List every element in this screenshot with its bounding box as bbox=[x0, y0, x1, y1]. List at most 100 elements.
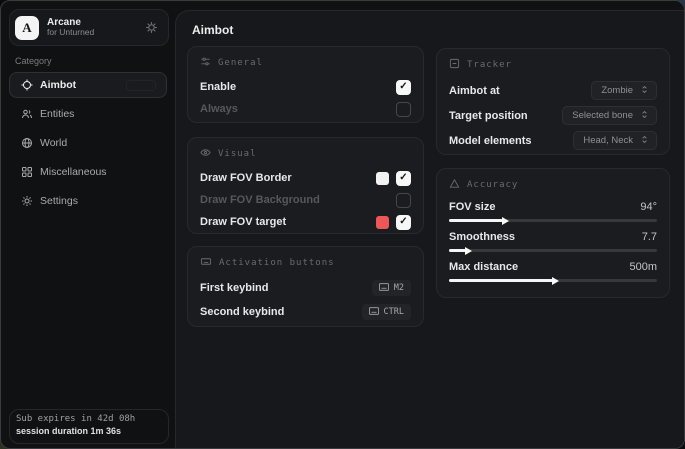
fov-size-slider[interactable] bbox=[449, 219, 657, 222]
unfold-icon bbox=[640, 135, 649, 147]
app-subtitle: for Unturned bbox=[47, 28, 94, 38]
fov-size-value: 94° bbox=[640, 201, 657, 213]
setting-row: Target position Selected bone bbox=[449, 103, 657, 128]
general-card: General Enable Always bbox=[187, 46, 424, 123]
sidebar-item-entities[interactable]: Entities bbox=[9, 101, 167, 127]
sidebar-item-settings[interactable]: Settings bbox=[9, 188, 167, 214]
second-keybind-button[interactable]: CTRL bbox=[362, 304, 411, 320]
app-logo: A bbox=[15, 16, 39, 40]
tracker-card-header: Tracker bbox=[449, 58, 657, 72]
slider-group: FOV size 94° bbox=[449, 198, 657, 222]
setting-label: FOV size bbox=[449, 201, 495, 213]
sidebar-item-miscellaneous[interactable]: Miscellaneous bbox=[9, 159, 167, 185]
setting-row: Draw FOV Background bbox=[200, 189, 411, 211]
session-duration-text: session duration 1m 36s bbox=[16, 426, 160, 436]
keybind-value: M2 bbox=[394, 283, 404, 293]
select-value: Zombie bbox=[601, 85, 633, 96]
sidebar-item-world[interactable]: World bbox=[9, 130, 167, 156]
keybind-value: CTRL bbox=[384, 307, 404, 317]
sidebar: A Arcane for Unturned Category A bbox=[1, 1, 175, 448]
fov-target-color-swatch[interactable] bbox=[376, 216, 389, 229]
eye-icon bbox=[200, 147, 211, 161]
sidebar-item-aimbot[interactable]: Aimbot bbox=[9, 72, 167, 98]
slider-handle[interactable] bbox=[552, 277, 559, 285]
smoothness-slider[interactable] bbox=[449, 249, 657, 252]
max-distance-value: 500m bbox=[629, 261, 657, 273]
sidebar-item-label: Aimbot bbox=[40, 79, 76, 91]
general-card-title: General bbox=[218, 58, 263, 68]
first-keybind-button[interactable]: M2 bbox=[372, 280, 411, 296]
smoothness-value: 7.7 bbox=[642, 231, 657, 243]
sidebar-item-label: Entities bbox=[40, 108, 74, 120]
globe-icon bbox=[20, 137, 33, 149]
aimbot-at-select[interactable]: Zombie bbox=[591, 81, 657, 100]
setting-label: Aimbot at bbox=[449, 85, 500, 97]
app-window: A Arcane for Unturned Category A bbox=[0, 0, 685, 449]
entities-icon bbox=[20, 108, 33, 120]
accuracy-card-title: Accuracy bbox=[467, 180, 518, 190]
grid-icon bbox=[20, 166, 33, 178]
max-distance-slider[interactable] bbox=[449, 279, 657, 282]
fov-border-color-swatch[interactable] bbox=[376, 172, 389, 185]
setting-row: Model elements Head, Neck bbox=[449, 128, 657, 153]
setting-row: Draw FOV Border bbox=[200, 167, 411, 189]
model-elements-select[interactable]: Head, Neck bbox=[573, 131, 657, 150]
setting-label: Enable bbox=[200, 81, 236, 93]
fov-border-checkbox[interactable] bbox=[396, 171, 411, 186]
setting-row: First keybind M2 bbox=[200, 276, 411, 300]
visual-card-header: Visual bbox=[200, 147, 411, 161]
sidebar-nav: Aimbot Entities World bbox=[9, 72, 167, 217]
setting-label: Draw FOV Border bbox=[200, 172, 292, 184]
setting-row: Draw FOV target bbox=[200, 211, 411, 233]
keybind-hint-pill bbox=[126, 80, 156, 91]
sliders-icon bbox=[200, 56, 211, 70]
keyboard-icon bbox=[379, 283, 389, 294]
sidebar-item-label: World bbox=[40, 137, 67, 149]
main-panel: Aimbot General Enable Always bbox=[175, 10, 684, 448]
subscription-card: Sub expires in 42d 08h session duration … bbox=[9, 409, 169, 444]
slider-fill bbox=[449, 249, 466, 252]
setting-label: Target position bbox=[449, 110, 528, 122]
visual-card-title: Visual bbox=[218, 149, 257, 159]
slider-group: Smoothness 7.7 bbox=[449, 228, 657, 252]
focus-icon bbox=[449, 58, 460, 72]
setting-row: Aimbot at Zombie bbox=[449, 78, 657, 103]
gear-icon[interactable] bbox=[145, 21, 158, 34]
crosshair-icon bbox=[20, 79, 33, 91]
setting-label: Max distance bbox=[449, 261, 518, 273]
tracker-card-title: Tracker bbox=[467, 60, 512, 70]
page-title: Aimbot bbox=[192, 23, 233, 37]
always-checkbox[interactable] bbox=[396, 102, 411, 117]
fov-background-checkbox[interactable] bbox=[396, 193, 411, 208]
slider-group: Max distance 500m bbox=[449, 258, 657, 282]
app-meta: Arcane for Unturned bbox=[47, 17, 94, 38]
setting-label: Draw FOV Background bbox=[200, 194, 320, 206]
triangle-icon bbox=[449, 178, 460, 192]
setting-label: Model elements bbox=[449, 135, 532, 147]
setting-row: Enable bbox=[200, 76, 411, 98]
general-card-header: General bbox=[200, 56, 411, 70]
target-position-select[interactable]: Selected bone bbox=[562, 106, 657, 125]
sidebar-item-label: Miscellaneous bbox=[40, 166, 107, 178]
accuracy-card-header: Accuracy bbox=[449, 178, 657, 192]
tracker-card: Tracker Aimbot at Zombie Target bbox=[436, 48, 670, 155]
activation-card-header: Activation buttons bbox=[200, 256, 411, 270]
activation-card: Activation buttons First keybind M2 bbox=[187, 246, 424, 327]
setting-label: First keybind bbox=[200, 282, 268, 294]
setting-row: Always bbox=[200, 98, 411, 120]
enable-checkbox[interactable] bbox=[396, 80, 411, 95]
accuracy-card: Accuracy FOV size 94° Smoothness 7.7 bbox=[436, 168, 670, 298]
select-value: Head, Neck bbox=[583, 135, 633, 146]
sub-expiry-text: Sub expires in 42d 08h bbox=[16, 414, 160, 424]
unfold-icon bbox=[640, 85, 649, 97]
slider-fill bbox=[449, 219, 503, 222]
slider-handle[interactable] bbox=[502, 217, 509, 225]
unfold-icon bbox=[640, 110, 649, 122]
category-label: Category bbox=[15, 56, 52, 66]
activation-card-title: Activation buttons bbox=[219, 258, 335, 268]
fov-target-checkbox[interactable] bbox=[396, 215, 411, 230]
slider-handle[interactable] bbox=[465, 247, 472, 255]
app-header-card: A Arcane for Unturned bbox=[9, 9, 169, 46]
setting-label: Smoothness bbox=[449, 231, 515, 243]
setting-label: Second keybind bbox=[200, 306, 284, 318]
